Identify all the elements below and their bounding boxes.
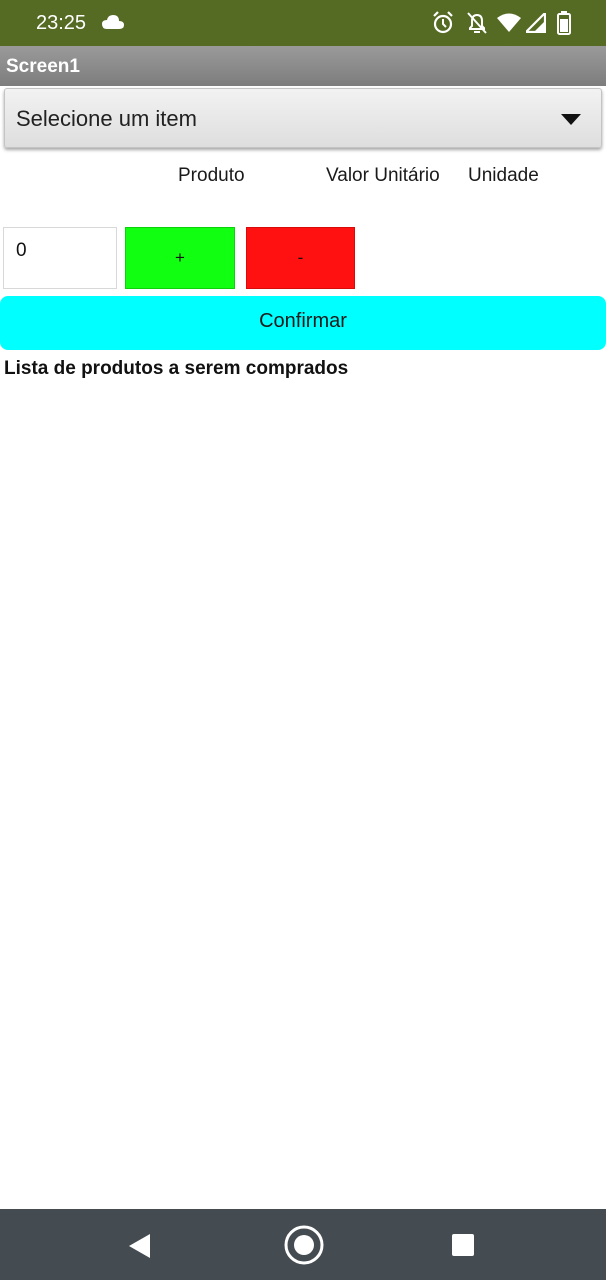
alarm-icon: [432, 11, 454, 40]
screen-title: Screen1: [6, 56, 80, 77]
product-spinner[interactable]: Selecione um item: [4, 88, 602, 148]
wifi-icon: [497, 13, 521, 38]
shopping-list-label: Lista de produtos a serem comprados: [4, 358, 349, 379]
confirm-button[interactable]: Confirmar: [0, 296, 606, 350]
battery-icon: [557, 11, 571, 40]
navigation-bar: [0, 1209, 606, 1280]
decrement-button[interactable]: -: [246, 227, 355, 289]
status-time: 23:25: [36, 12, 87, 34]
cloud-icon: [102, 14, 124, 35]
spinner-selected-value: Selecione um item: [16, 106, 197, 131]
status-bar: 23:25: [0, 0, 606, 46]
dropdown-arrow-icon: [561, 113, 581, 125]
header-valor-unitario: Valor Unitário: [326, 165, 440, 186]
header-unidade: Unidade: [468, 165, 539, 186]
notifications-off-icon: [466, 11, 488, 40]
back-icon[interactable]: [128, 1233, 152, 1264]
home-icon[interactable]: [283, 1224, 325, 1271]
title-bar: Screen1: [0, 46, 606, 86]
header-produto: Produto: [178, 165, 245, 186]
increment-button[interactable]: +: [125, 227, 235, 289]
recents-icon[interactable]: [452, 1234, 474, 1261]
cell-signal-icon: [523, 10, 547, 38]
quantity-input[interactable]: 0: [3, 227, 117, 289]
